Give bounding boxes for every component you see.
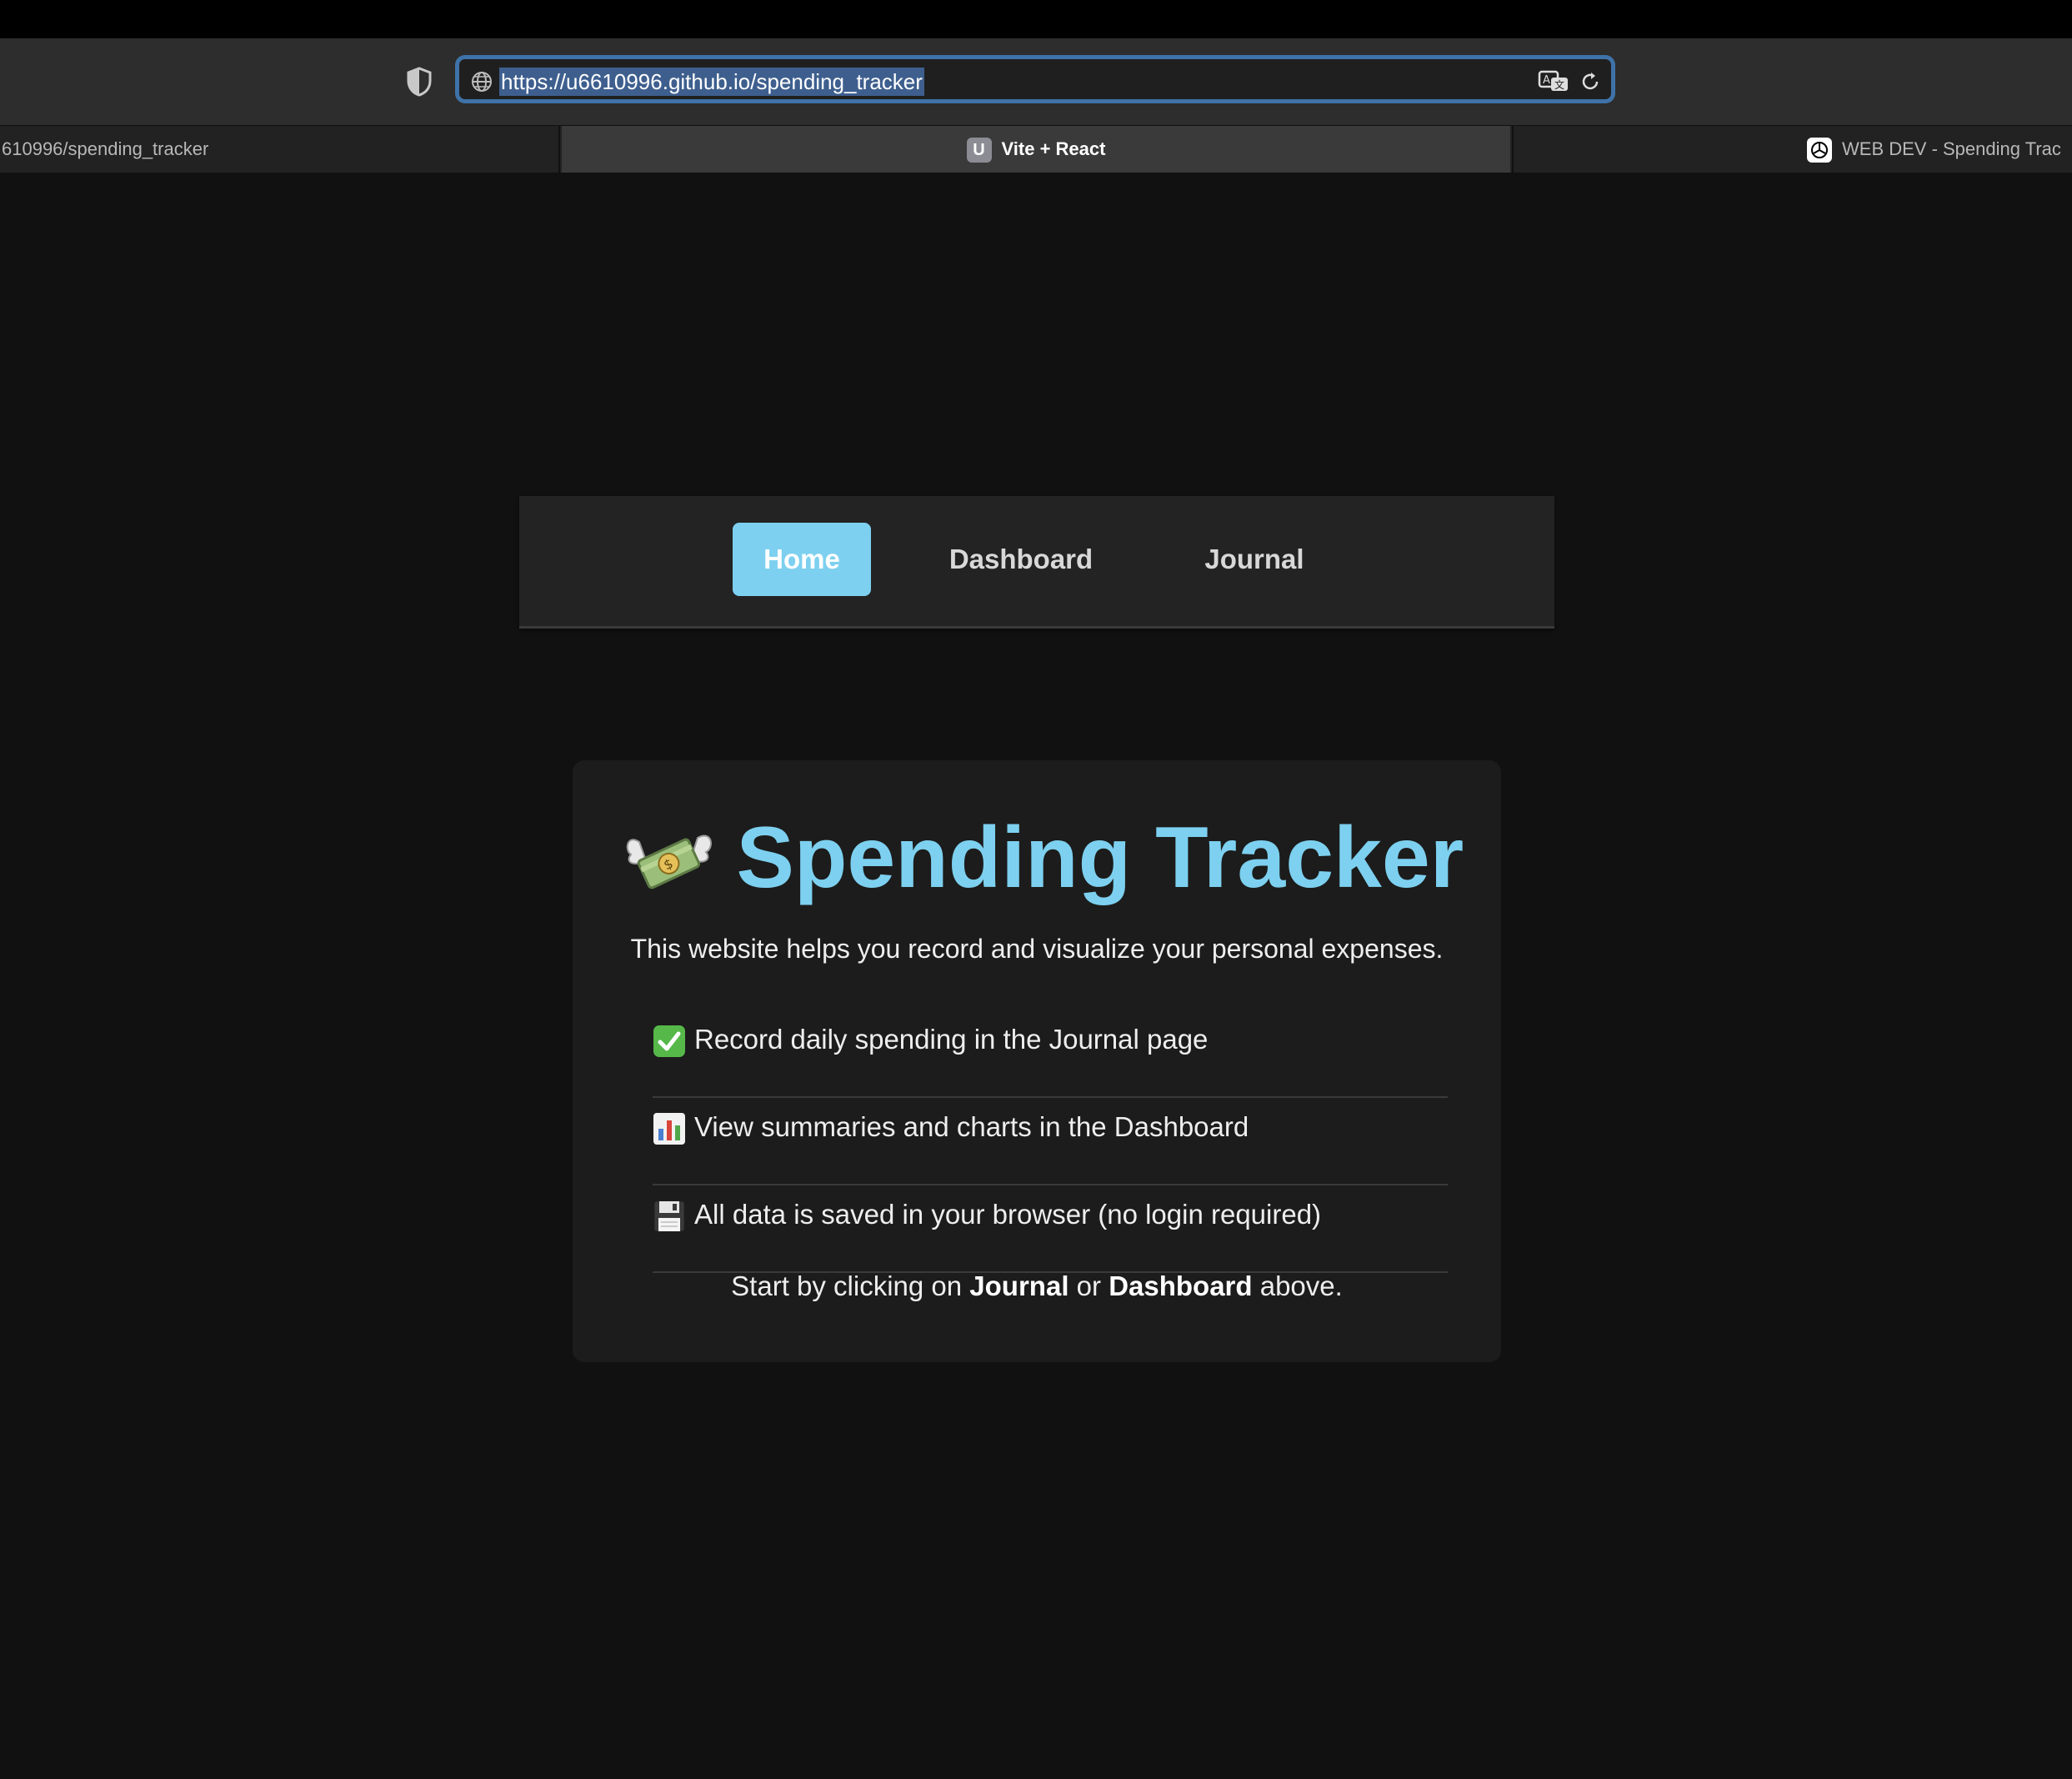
feature-text: View summaries and charts in the Dashboa… [694,1111,1249,1142]
footer-dashboard-text: Dashboard [1109,1270,1253,1301]
check-mark-icon [653,1025,685,1058]
tab-chatgpt[interactable]: WEB DEV - Spending Trac [1512,126,2072,173]
tab-label: WEB DEV - Spending Trac [1842,138,2061,159]
tab-label: 610996/spending_tracker [2,138,209,159]
main-navbar: Home Dashboard Journal [519,496,1554,629]
footer-instruction: Start by clicking on Journal or Dashboar… [573,1270,1501,1302]
title-row: $ Spending Tracker [623,809,1464,909]
svg-text:文: 文 [1554,78,1564,91]
tab-vite-react[interactable]: U Vite + React [562,126,1510,173]
tab-strip: 610996/spending_tracker U Vite + React WE… [0,125,2072,173]
page-title: Spending Tracker [736,809,1464,906]
globe-icon [472,72,492,92]
address-bar[interactable]: https://u6610996.github.io/spending_trac… [455,55,1615,103]
money-with-wings-icon: $ [626,834,712,889]
nav-dashboard-button[interactable]: Dashboard [938,523,1104,596]
footer-suffix: above. [1252,1270,1343,1301]
nav-journal-button[interactable]: Journal [1196,523,1313,596]
vite-favicon-icon: U [966,138,992,163]
url-text[interactable]: https://u6610996.github.io/spending_trac… [499,68,924,96]
footer-journal-text: Journal [969,1270,1069,1301]
list-item: All data is saved in your browser (no lo… [653,1185,1448,1273]
window-top-bar [0,0,2072,38]
chatgpt-favicon-icon [1807,138,1832,163]
feature-text: Record daily spending in the Journal pag… [694,1024,1209,1055]
nav-home-button[interactable]: Home [733,523,871,596]
svg-text:A: A [1543,74,1550,87]
feature-text: All data is saved in your browser (no lo… [694,1199,1322,1230]
list-item: View summaries and charts in the Dashboa… [653,1098,1448,1185]
browser-toolbar: https://u6610996.github.io/spending_trac… [0,38,2072,125]
translate-icon[interactable]: A 文 [1538,69,1571,94]
footer-prefix: Start by clicking on [731,1270,970,1301]
intro-text: This website helps you record and visual… [630,934,1444,964]
tab-label: Vite + React [1001,138,1106,159]
list-item: Record daily spending in the Journal pag… [653,1010,1448,1098]
floppy-disk-icon [653,1200,685,1232]
shield-icon[interactable] [407,67,432,97]
feature-list: Record daily spending in the Journal pag… [653,1010,1448,1273]
home-card: $ Spending Tracker This website helps yo… [573,760,1501,1362]
tab-github-repo[interactable]: 610996/spending_tracker [0,126,560,173]
footer-middle: or [1069,1270,1109,1301]
bar-chart-icon [653,1113,685,1145]
reload-icon[interactable] [1579,71,1601,93]
